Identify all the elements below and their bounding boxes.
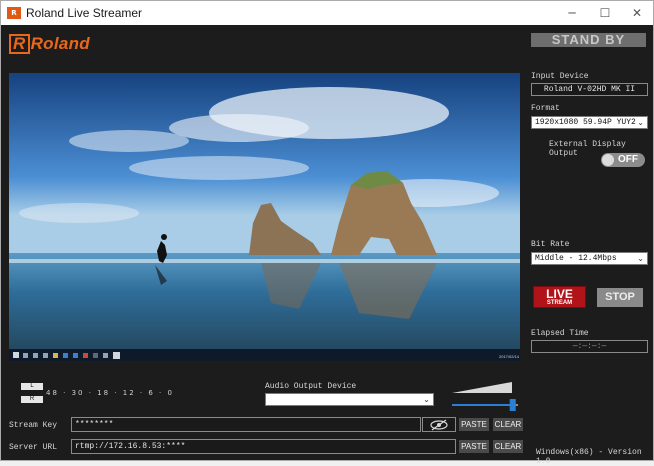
audio-output-select[interactable]: ⌄: [265, 393, 434, 406]
volume-thumb[interactable]: [509, 399, 516, 411]
maximize-button[interactable]: ☐: [591, 5, 619, 21]
status-indicator: STAND BY: [531, 33, 646, 47]
close-button[interactable]: ✕: [623, 5, 651, 21]
toggle-knob: [602, 154, 614, 166]
toggle-state: OFF: [618, 154, 638, 165]
chevron-down-icon: ⌄: [637, 254, 644, 263]
server-url-input[interactable]: rtmp://172.16.8.53:****: [71, 439, 456, 454]
app-icon: R: [7, 7, 21, 19]
elapsed-time-field: —:—:—:—: [531, 340, 648, 353]
elapsed-time-label: Elapsed Time: [531, 329, 589, 338]
chevron-down-icon: ⌄: [637, 118, 644, 127]
format-label: Format: [531, 104, 560, 113]
toggle-visibility-button[interactable]: [422, 417, 456, 432]
server-url-paste-button[interactable]: PASTE: [459, 440, 489, 453]
meter-scale: 48 · 30 · 18 · 12 · 6 · 0: [46, 389, 174, 397]
bitrate-label: Bit Rate: [531, 240, 570, 249]
chevron-down-icon: ⌄: [423, 395, 430, 404]
live-stream-label: LIVE: [546, 287, 573, 301]
stream-key-paste-button[interactable]: PASTE: [459, 418, 489, 431]
version-label: Windows(x86) - Version 1.0: [536, 448, 642, 466]
meter-left-channel: L: [21, 383, 43, 390]
window-title: Roland Live Streamer: [26, 6, 143, 20]
stream-key-input[interactable]: ********: [71, 417, 421, 432]
preview-image: 2017/02/14: [9, 73, 520, 361]
app-window: R Roland Live Streamer ─ ☐ ✕ R Roland STA…: [0, 0, 654, 466]
roland-logo: R Roland: [9, 34, 90, 54]
volume-ramp: [452, 382, 512, 393]
meter-right-channel: R: [21, 396, 43, 403]
taskbar-date: 2017/02/14: [499, 354, 520, 359]
server-url-clear-button[interactable]: CLEAR: [493, 440, 523, 453]
input-device-field: Roland V-02HD MK II: [531, 83, 648, 96]
title-bar: R Roland Live Streamer ─ ☐ ✕: [1, 1, 653, 25]
logo-text: Roland: [30, 34, 90, 53]
stream-key-clear-button[interactable]: CLEAR: [493, 418, 523, 431]
bitrate-value: Middle - 12.4Mbps: [535, 254, 617, 263]
live-stream-button[interactable]: LIVE STREAM: [533, 286, 586, 308]
format-select[interactable]: 1920x1080 59.94P YUY2 ⌄: [531, 116, 648, 129]
volume-control[interactable]: [450, 380, 522, 412]
video-preview: 2017/02/14: [9, 73, 520, 361]
external-display-toggle[interactable]: OFF: [601, 153, 645, 167]
server-url-label: Server URL: [9, 443, 58, 452]
logo-mark: R: [9, 34, 30, 54]
audio-output-label: Audio Output Device: [265, 382, 357, 391]
stop-button[interactable]: STOP: [597, 288, 643, 307]
eye-slash-icon: [430, 419, 448, 431]
format-value: 1920x1080 59.94P YUY2: [535, 118, 636, 127]
input-device-label: Input Device: [531, 72, 589, 81]
stream-key-label: Stream Key: [9, 421, 58, 430]
bitrate-select[interactable]: Middle - 12.4Mbps ⌄: [531, 252, 648, 265]
minimize-button[interactable]: ─: [558, 5, 586, 21]
live-stream-sublabel: STREAM: [546, 300, 573, 306]
